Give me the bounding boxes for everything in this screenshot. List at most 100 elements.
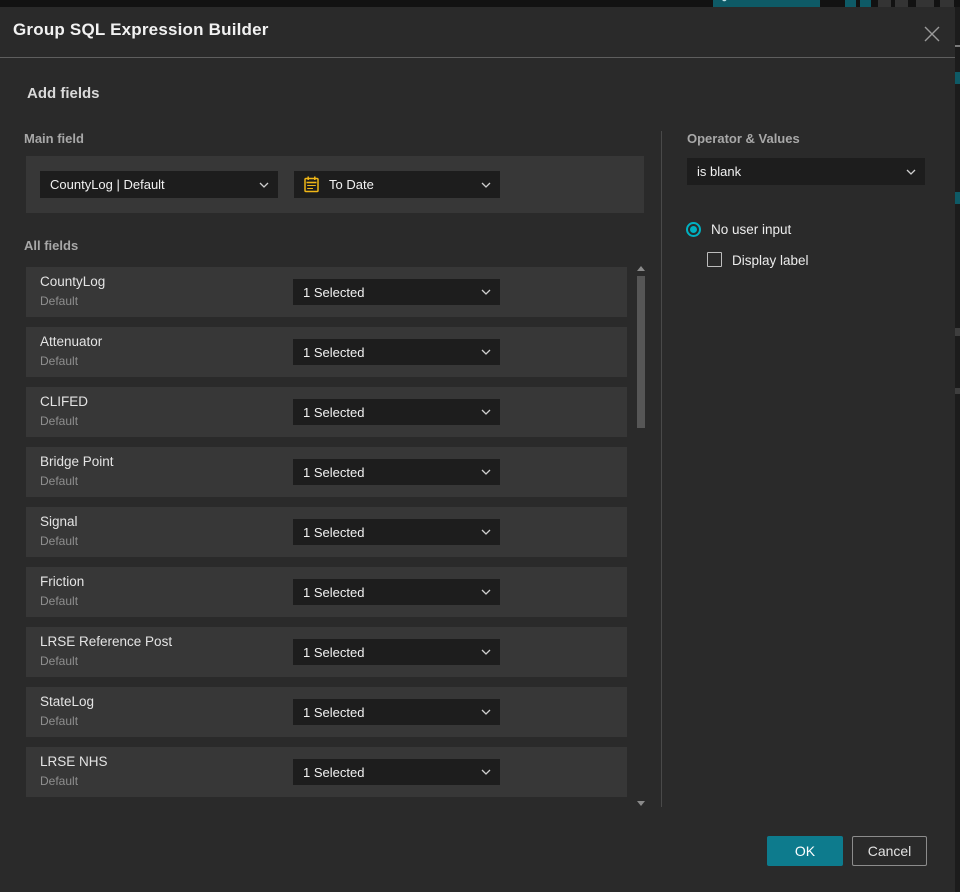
background-fragment [955,45,960,47]
chevron-down-icon [906,169,916,175]
field-row-signal: Signal Default 1 Selected [26,507,627,557]
field-row-statelog: StateLog Default 1 Selected [26,687,627,737]
close-icon [924,26,940,42]
display-label-checkbox[interactable] [707,252,722,267]
close-button[interactable] [918,20,946,48]
field-name: Bridge Point [40,454,114,469]
background-fragment [955,72,960,84]
screen: ● Live view Group SQL Expression Builder… [0,0,960,892]
field-subtitle: Default [40,414,79,428]
field-values-dropdown[interactable]: 1 Selected [293,459,500,485]
scroll-up-icon[interactable] [637,266,645,271]
field-values-dropdown-value: 1 Selected [303,284,365,300]
dialog-title: Group SQL Expression Builder [13,20,269,39]
field-values-dropdown[interactable]: 1 Selected [293,399,500,425]
field-values-dropdown-value: 1 Selected [303,644,365,660]
live-view-label: ● Live view [721,0,728,5]
toolbar-fragment [940,0,954,7]
no-user-input-radio[interactable] [686,222,701,237]
operator-dropdown[interactable]: is blank [687,158,925,185]
field-values-dropdown[interactable]: 1 Selected [293,699,500,725]
field-subtitle: Default [40,594,79,608]
field-name: Attenuator [40,334,103,349]
field-row-countylog: CountyLog Default 1 Selected [26,267,627,317]
chevron-down-icon [481,589,491,595]
field-values-dropdown-value: 1 Selected [303,584,365,600]
field-row-bridge-point: Bridge Point Default 1 Selected [26,447,627,497]
field-subtitle: Default [40,294,79,308]
scrollbar-thumb[interactable] [637,276,645,428]
scroll-down-icon[interactable] [637,801,645,806]
chevron-down-icon [481,349,491,355]
field-name: CLIFED [40,394,89,409]
field-name: LRSE Reference Post [40,634,173,649]
main-field-label: Main field [24,131,84,146]
toolbar-fragment [895,0,908,7]
field-values-dropdown[interactable]: 1 Selected [293,639,500,665]
field-values-dropdown-value: 1 Selected [303,764,365,780]
main-field-panel: CountyLog | Default To Date [26,156,644,213]
field-values-dropdown[interactable]: 1 Selected [293,279,500,305]
background-fragment [955,192,960,204]
field-values-dropdown-value: 1 Selected [303,704,365,720]
field-subtitle: Default [40,354,79,368]
field-name: CountyLog [40,274,106,289]
field-list-scrollbar[interactable] [636,264,646,808]
field-values-dropdown-value: 1 Selected [303,464,365,480]
chevron-down-icon [259,182,269,188]
field-name: Friction [40,574,85,589]
calendar-icon [304,176,319,193]
toolbar-fragment [845,0,856,7]
add-fields-heading: Add fields [27,85,100,102]
display-label-label[interactable]: Display label [732,253,809,268]
operator-dropdown-value: is blank [697,164,742,179]
date-type-dropdown[interactable]: To Date [294,171,500,198]
field-name: StateLog [40,694,95,709]
main-field-dropdown[interactable]: CountyLog | Default [40,171,278,198]
cancel-button[interactable]: Cancel [852,836,927,866]
chevron-down-icon [481,709,491,715]
field-row-friction: Friction Default 1 Selected [26,567,627,617]
main-field-dropdown-value: CountyLog | Default [50,177,165,192]
background-app-right-strip [955,7,960,892]
field-values-dropdown[interactable]: 1 Selected [293,519,500,545]
group-sql-expression-builder-dialog: Group SQL Expression Builder Add fields … [0,7,955,892]
field-subtitle: Default [40,774,79,788]
chevron-down-icon [481,469,491,475]
field-subtitle: Default [40,534,79,548]
field-row-lrse-reference-post: LRSE Reference Post Default 1 Selected [26,627,627,677]
chevron-down-icon [481,649,491,655]
field-values-dropdown-value: 1 Selected [303,524,365,540]
background-fragment [955,388,960,394]
no-user-input-label[interactable]: No user input [711,222,791,237]
field-name: Signal [40,514,78,529]
field-row-attenuator: Attenuator Default 1 Selected [26,327,627,377]
field-name: LRSE NHS [40,754,108,769]
field-values-dropdown[interactable]: 1 Selected [293,759,500,785]
chevron-down-icon [481,289,491,295]
field-subtitle: Default [40,714,79,728]
field-subtitle: Default [40,474,79,488]
field-values-dropdown-value: 1 Selected [303,404,365,420]
chevron-down-icon [481,769,491,775]
field-row-lrse-nhs: LRSE NHS Default 1 Selected [26,747,627,797]
ok-button[interactable]: OK [767,836,843,866]
field-values-dropdown-value: 1 Selected [303,344,365,360]
field-values-dropdown[interactable]: 1 Selected [293,579,500,605]
chevron-down-icon [481,529,491,535]
live-view-button-fragment: ● Live view [713,0,820,7]
field-subtitle: Default [40,654,79,668]
field-row-clifed: CLIFED Default 1 Selected [26,387,627,437]
operator-values-label: Operator & Values [687,131,800,146]
background-fragment [955,328,960,336]
background-app-top-strip: ● Live view [0,0,960,7]
title-divider [0,57,955,58]
chevron-down-icon [481,409,491,415]
all-fields-label: All fields [24,238,79,253]
toolbar-fragment [878,0,891,7]
section-divider [661,131,662,807]
field-values-dropdown[interactable]: 1 Selected [293,339,500,365]
toolbar-fragment [916,0,934,7]
date-type-dropdown-value: To Date [329,177,374,192]
chevron-down-icon [481,182,491,188]
